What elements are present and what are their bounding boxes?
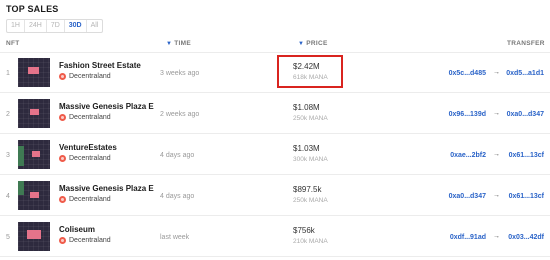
filter-7d[interactable]: 7D [47,20,65,32]
sort-arrow-icon: ▼ [166,41,173,47]
collection-label[interactable]: Decentraland [59,155,111,162]
filter-all[interactable]: All [87,20,103,32]
table-row[interactable]: 4 Massive Genesis Plaza E Decentraland 4… [0,176,550,216]
parcel-thumbnail[interactable] [18,58,50,87]
transfer-arrow-icon: → [493,151,500,158]
nft-name-link[interactable]: Massive Genesis Plaza E [59,184,154,193]
column-price[interactable]: ▼ PRICE [298,40,328,47]
sort-arrow-icon: ▼ [298,41,305,47]
decentraland-icon [59,196,66,203]
filter-24h[interactable]: 24H [25,20,47,32]
nft-name-link[interactable]: Coliseum [59,225,95,234]
row-rank: 4 [6,193,10,200]
from-address-link[interactable]: 0xdf...91ad [450,234,486,241]
column-nft: NFT [6,40,20,47]
sale-price: $897.5k [293,185,322,194]
to-address-link[interactable]: 0x03...42df [508,234,544,241]
decentraland-icon [59,237,66,244]
sale-price: $1.08M [293,103,320,112]
collection-label[interactable]: Decentraland [59,73,111,80]
table-header: NFT ▼ TIME ▼ PRICE TRANSFER [0,38,550,52]
sale-time: last week [160,234,190,241]
transfer-arrow-icon: → [493,110,500,117]
transfer-arrow-icon: → [493,192,500,199]
collection-label[interactable]: Decentraland [59,196,111,203]
decentraland-icon [59,73,66,80]
parcel-thumbnail[interactable] [18,222,50,251]
filter-30d[interactable]: 30D [65,20,87,32]
to-address-link[interactable]: 0xd5...a1d1 [506,70,544,77]
parcel-thumbnail[interactable] [18,181,50,210]
from-address-link[interactable]: 0xae...2bf2 [450,152,486,159]
decentraland-icon [59,114,66,121]
row-rank: 3 [6,152,10,159]
nft-name-link[interactable]: Massive Genesis Plaza E [59,102,154,111]
table-row[interactable]: 3 VentureEstates Decentraland 4 days ago… [0,135,550,175]
price-highlight-box [277,55,343,88]
table-row[interactable]: 1 Fashion Street Estate Decentraland 3 w… [0,53,550,93]
sale-time: 4 days ago [160,193,195,200]
table-row[interactable]: 2 Massive Genesis Plaza E Decentraland 2… [0,94,550,134]
to-address-link[interactable]: 0xa0...d347 [507,111,544,118]
from-address-link[interactable]: 0x96...139d [449,111,486,118]
collection-label[interactable]: Decentraland [59,237,111,244]
from-address-link[interactable]: 0x5c...d485 [449,70,486,77]
column-transfer: TRANSFER [507,40,545,47]
filter-1h[interactable]: 1H [7,20,25,32]
sale-price: $1.03M [293,144,320,153]
page-title: TOP SALES [6,4,59,14]
transfer-arrow-icon: → [493,233,500,240]
sale-price-mana: 250k MANA [293,115,328,122]
to-address-link[interactable]: 0x61...13cf [509,152,544,159]
sale-price-mana: 250k MANA [293,197,328,204]
from-address-link[interactable]: 0xa0...d347 [449,193,486,200]
column-time[interactable]: ▼ TIME [166,40,191,47]
sale-time: 2 weeks ago [160,111,200,118]
row-rank: 5 [6,234,10,241]
sale-price-mana: 300k MANA [293,156,328,163]
parcel-thumbnail[interactable] [18,99,50,128]
to-address-link[interactable]: 0x61...13cf [509,193,544,200]
parcel-thumbnail[interactable] [18,140,50,169]
decentraland-icon [59,155,66,162]
collection-label[interactable]: Decentraland [59,114,111,121]
row-rank: 1 [6,70,10,77]
time-range-filter: 1H 24H 7D 30D All [6,19,104,33]
sale-time: 3 weeks ago [160,70,200,77]
sale-price: $756k [293,226,315,235]
sale-price-mana: 210k MANA [293,238,328,245]
nft-name-link[interactable]: VentureEstates [59,143,117,152]
row-rank: 2 [6,111,10,118]
sale-time: 4 days ago [160,152,195,159]
table-row[interactable]: 5 Coliseum Decentraland last week $756k … [0,217,550,257]
nft-name-link[interactable]: Fashion Street Estate [59,61,141,70]
transfer-arrow-icon: → [493,69,500,76]
